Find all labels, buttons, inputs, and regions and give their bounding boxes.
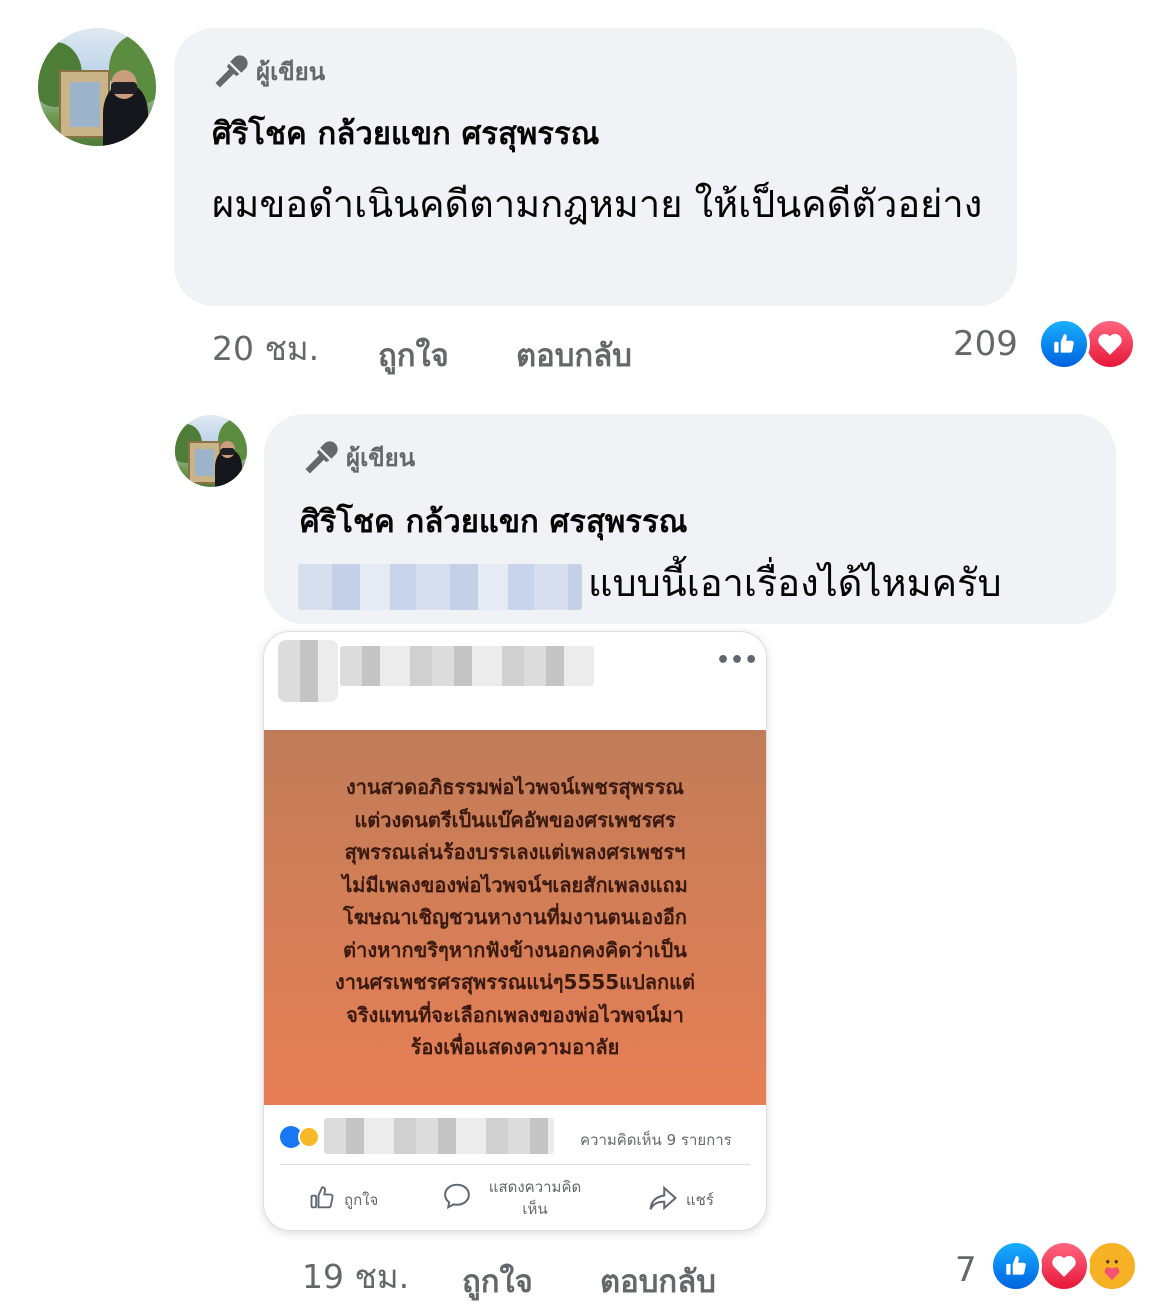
comment-text: แบบนี้เอาเรื่องได้ไหมครับ <box>588 561 1002 605</box>
post-comment-count[interactable]: ความคิดเห็น 9 รายการ <box>580 1128 732 1152</box>
post-image-text: งานสวดอภิธรรมพ่อไวพจน์เพชรสุพรรณ แต่วงดน… <box>334 775 696 1060</box>
love-icon <box>1084 318 1136 370</box>
commenter-name[interactable]: ศิริโชค กล้วยแขก ศรสุพรรณ <box>300 496 687 546</box>
post-share-button[interactable]: แชร์ <box>648 1184 714 1216</box>
post-comment-label: แสดงความคิดเห็น <box>488 1178 582 1218</box>
reply-commenter-avatar[interactable] <box>175 415 247 487</box>
more-options-icon[interactable]: ••• <box>716 650 758 672</box>
commenter-name[interactable]: ศิริโชค กล้วยแขก ศรสุพรรณ <box>212 108 599 158</box>
comment-bubble: ผู้เขียน ศิริโชค กล้วยแขก ศรสุพรรณ ผมขอด… <box>174 28 1017 306</box>
author-badge: ผู้เขียน <box>302 438 415 477</box>
love-icon <box>1038 1240 1090 1292</box>
blurred-page-name <box>340 646 594 686</box>
post-haha-reaction-icon <box>298 1126 320 1148</box>
blurred-reactors <box>324 1118 554 1154</box>
post-image: งานสวดอภิธรรมพ่อไวพจน์เพชรสุพรรณ แต่วงดน… <box>264 730 766 1105</box>
blurred-page-avatar <box>278 640 338 702</box>
post-comment-button[interactable]: แสดงความคิดเห็น <box>442 1176 590 1220</box>
like-action[interactable]: ถูกใจ <box>378 330 449 380</box>
reply-action[interactable]: ตอบกลับ <box>600 1256 716 1306</box>
attached-post-screenshot[interactable]: ••• งานสวดอภิธรรมพ่อไวพจน์เพชรสุพรรณ แต่… <box>264 632 766 1230</box>
blurred-mention[interactable] <box>298 564 582 610</box>
like-icon <box>1038 318 1090 370</box>
microphone-icon <box>302 439 340 477</box>
like-icon <box>990 1240 1042 1292</box>
reaction-count[interactable]: 7 <box>955 1250 977 1290</box>
thumbs-up-icon <box>308 1184 336 1216</box>
author-badge-label: ผู้เขียน <box>346 444 416 472</box>
post-divider <box>280 1164 750 1165</box>
comment-timestamp[interactable]: 19 ชม. <box>302 1250 409 1303</box>
comment-text: ผมขอดำเนินคดีตามกฎหมาย ให้เป็นคดีตัวอย่า… <box>212 182 983 226</box>
post-like-button[interactable]: ถูกใจ <box>308 1184 378 1216</box>
share-arrow-icon <box>648 1184 678 1216</box>
reply-action[interactable]: ตอบกลับ <box>516 330 632 380</box>
reply-bubble: ผู้เขียน ศิริโชค กล้วยแขก ศรสุพรรณ แบบนี… <box>264 414 1116 624</box>
microphone-icon <box>212 53 250 91</box>
author-badge: ผู้เขียน <box>212 52 325 91</box>
care-icon <box>1086 1240 1138 1292</box>
post-like-label: ถูกใจ <box>344 1191 379 1209</box>
comment-timestamp[interactable]: 20 ชม. <box>212 322 319 375</box>
commenter-avatar[interactable] <box>38 28 156 146</box>
post-share-label: แชร์ <box>686 1191 714 1209</box>
author-badge-label: ผู้เขียน <box>256 58 326 86</box>
speech-bubble-icon <box>442 1182 472 1214</box>
like-action[interactable]: ถูกใจ <box>462 1256 533 1306</box>
reaction-count[interactable]: 209 <box>953 324 1018 364</box>
